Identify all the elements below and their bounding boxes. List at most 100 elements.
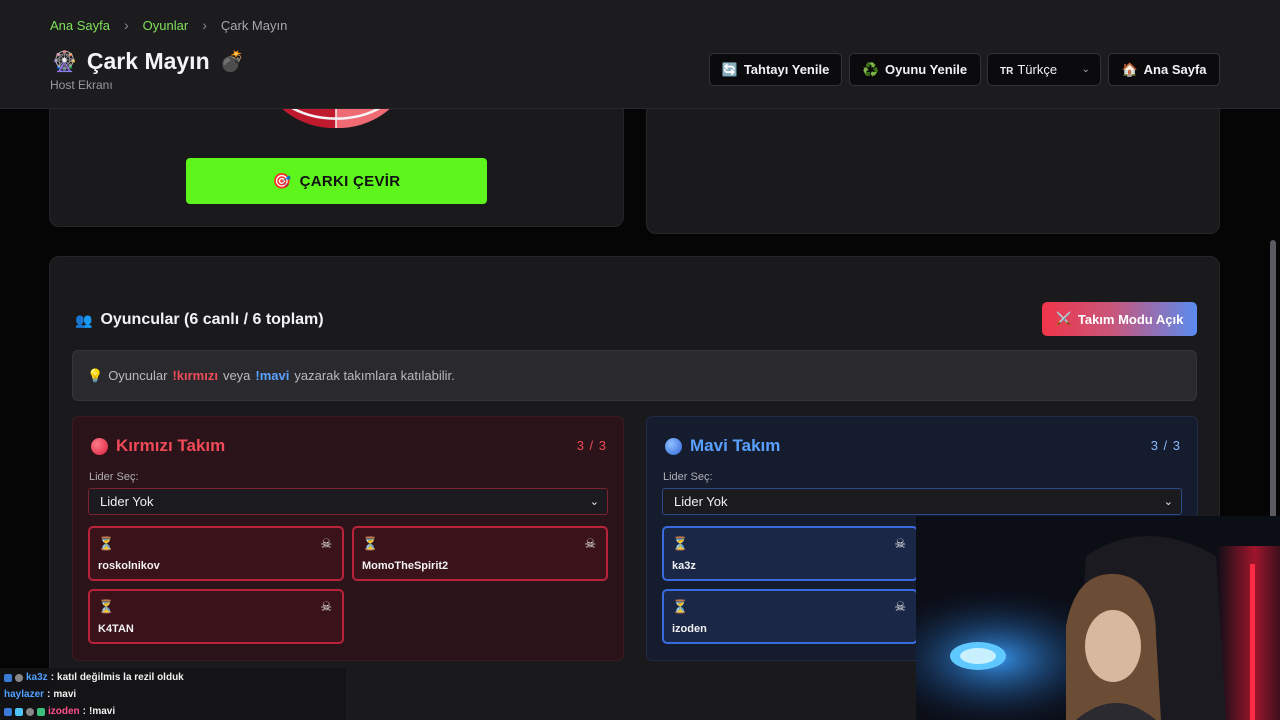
spin-wheel-label: ÇARKI ÇEVİR xyxy=(299,172,401,190)
badge-icon xyxy=(37,707,45,716)
host-screen: Ana Sayfa › Oyunlar › Çark Mayın 🎡 Çark … xyxy=(0,0,1280,720)
chat-username: izoden xyxy=(48,706,80,717)
team-mode-toggle-button[interactable]: ⚔️ Takım Modu Açık xyxy=(1042,302,1197,336)
ferris-wheel-icon: 🎡 xyxy=(52,51,77,73)
flag-icon: TR xyxy=(1000,66,1014,77)
red-leader-label: Lider Seç: xyxy=(89,471,139,483)
blue-leader-select[interactable]: Lider Yok ⌄ xyxy=(662,488,1182,515)
refresh-game-label: Oyunu Yenile xyxy=(885,62,968,77)
hourglass-icon: ⏳ xyxy=(362,536,379,551)
chevron-down-icon: ⌄ xyxy=(1163,496,1173,508)
blue-team-name: Mavi Takım xyxy=(690,436,781,455)
red-leader-select[interactable]: Lider Yok ⌄ xyxy=(88,488,608,515)
page-subtitle: Host Ekranı xyxy=(50,78,113,92)
breadcrumb: Ana Sayfa › Oyunlar › Çark Mayın xyxy=(50,17,287,33)
house-icon: 🏠 xyxy=(1121,61,1138,77)
chevron-right-icon: › xyxy=(202,17,207,33)
refresh-board-button[interactable]: 🔄 Tahtayı Yenile xyxy=(709,53,842,86)
info-blue-command: !mavi xyxy=(255,368,290,383)
info-middle: veya xyxy=(222,368,251,383)
lightbulb-icon: 💡 xyxy=(87,367,104,383)
home-button-label: Ana Sayfa xyxy=(1143,62,1207,77)
badge-icon xyxy=(15,707,23,716)
red-team-name: Kırmızı Takım xyxy=(116,436,226,455)
page-title-row: 🎡 Çark Mayın 💣 xyxy=(52,48,245,75)
badge-icon xyxy=(15,673,23,682)
language-value-wrap: TR Türkçe xyxy=(1000,62,1057,77)
recycle-icon: ♻️ xyxy=(862,61,880,77)
top-header: Ana Sayfa › Oyunlar › Çark Mayın 🎡 Çark … xyxy=(0,0,1280,109)
player-card[interactable]: ⏳ ☠ K4TAN xyxy=(88,589,344,644)
chevron-down-icon: ⌄ xyxy=(589,496,599,508)
team-join-info: 💡 Oyuncular !kırmızı veya !mavi yazarak … xyxy=(72,350,1197,401)
blue-circle-icon xyxy=(665,437,682,455)
blue-team-count: 3 / 3 xyxy=(1150,438,1181,453)
red-team-header: Kırmızı Takım xyxy=(91,436,225,456)
breadcrumb-home-link[interactable]: Ana Sayfa xyxy=(50,18,110,33)
crossed-swords-icon: ⚔️ xyxy=(1055,311,1072,326)
bomb-icon: 💣 xyxy=(219,51,245,73)
language-value: Türkçe xyxy=(1017,62,1058,77)
badge-icon xyxy=(4,707,12,716)
player-name: ka3z xyxy=(672,560,696,572)
team-mode-label: Takım Modu Açık xyxy=(1077,311,1184,327)
player-name: K4TAN xyxy=(98,623,134,635)
webcam-feed-image xyxy=(916,516,1280,720)
hourglass-icon: ⏳ xyxy=(672,536,689,551)
red-circle-icon xyxy=(91,437,108,455)
page-scrollbar[interactable] xyxy=(1270,240,1276,520)
players-heading: 👥 Oyuncular (6 canlı / 6 toplam) xyxy=(75,311,324,329)
chat-message: haylazer : mavi xyxy=(4,689,76,700)
player-card[interactable]: ⏳ ☠ ka3z xyxy=(662,526,918,581)
players-title: Oyuncular (6 canlı / 6 toplam) xyxy=(100,311,324,328)
people-icon: 👥 xyxy=(75,311,93,328)
hourglass-icon: ⏳ xyxy=(672,599,689,614)
target-icon: 🎯 xyxy=(272,173,292,190)
player-card[interactable]: ⏳ ☠ MomoTheSpirit2 xyxy=(352,526,608,581)
player-card[interactable]: ⏳ ☠ izoden xyxy=(662,589,918,644)
chevron-down-icon: ⌄ xyxy=(1081,64,1090,75)
chat-username: ka3z xyxy=(26,672,48,683)
chat-separator: : xyxy=(47,689,51,700)
player-name: roskolnikov xyxy=(98,560,160,572)
hourglass-icon: ⏳ xyxy=(98,599,115,614)
page-title: Çark Mayın xyxy=(86,48,210,74)
spin-wheel-button[interactable]: 🎯 ÇARKI ÇEVİR xyxy=(186,158,487,204)
webcam-overlay xyxy=(916,516,1280,720)
badge-icon xyxy=(4,673,12,682)
side-panel xyxy=(646,90,1220,234)
skull-crossbones-icon[interactable]: ☠ xyxy=(320,536,332,552)
chat-text: mavi xyxy=(53,689,77,700)
refresh-icon: 🔄 xyxy=(721,61,738,77)
info-red-command: !kırmızı xyxy=(172,368,218,383)
chat-separator: : xyxy=(50,672,55,683)
chat-separator: : xyxy=(82,706,87,717)
red-leader-value: Lider Yok xyxy=(100,494,154,509)
breadcrumb-current: Çark Mayın xyxy=(220,17,288,33)
blue-team-header: Mavi Takım xyxy=(665,436,780,456)
stream-chat-overlay: ka3z : katıl değilmis la rezil olduk hay… xyxy=(0,668,346,720)
player-card[interactable]: ⏳ ☠ roskolnikov xyxy=(88,526,344,581)
chevron-right-icon: › xyxy=(124,17,129,33)
hourglass-icon: ⏳ xyxy=(98,536,115,551)
skull-crossbones-icon[interactable]: ☠ xyxy=(320,599,332,615)
breadcrumb-games-link[interactable]: Oyunlar xyxy=(143,18,189,33)
chat-message: izoden : !mavi xyxy=(4,706,115,717)
badge-icon xyxy=(26,707,34,716)
info-suffix: yazarak takımlara katılabilir. xyxy=(294,368,455,383)
chat-username: haylazer xyxy=(4,689,45,700)
info-prefix: Oyuncular xyxy=(108,368,168,383)
refresh-board-label: Tahtayı Yenile xyxy=(743,62,830,77)
language-select[interactable]: TR Türkçe ⌄ xyxy=(987,53,1101,86)
skull-crossbones-icon[interactable]: ☠ xyxy=(584,536,596,552)
skull-crossbones-icon[interactable]: ☠ xyxy=(894,536,906,552)
blue-leader-label: Lider Seç: xyxy=(663,471,713,483)
chat-text: !mavi xyxy=(89,706,116,717)
red-team-panel: Kırmızı Takım 3 / 3 Lider Seç: Lider Yok… xyxy=(72,416,624,661)
red-team-count: 3 / 3 xyxy=(576,438,607,453)
refresh-game-button[interactable]: ♻️ Oyunu Yenile xyxy=(849,53,981,86)
blue-leader-value: Lider Yok xyxy=(674,494,728,509)
home-button[interactable]: 🏠 Ana Sayfa xyxy=(1108,53,1220,86)
chat-text: katıl değilmis la rezil olduk xyxy=(57,672,184,683)
skull-crossbones-icon[interactable]: ☠ xyxy=(894,599,906,615)
